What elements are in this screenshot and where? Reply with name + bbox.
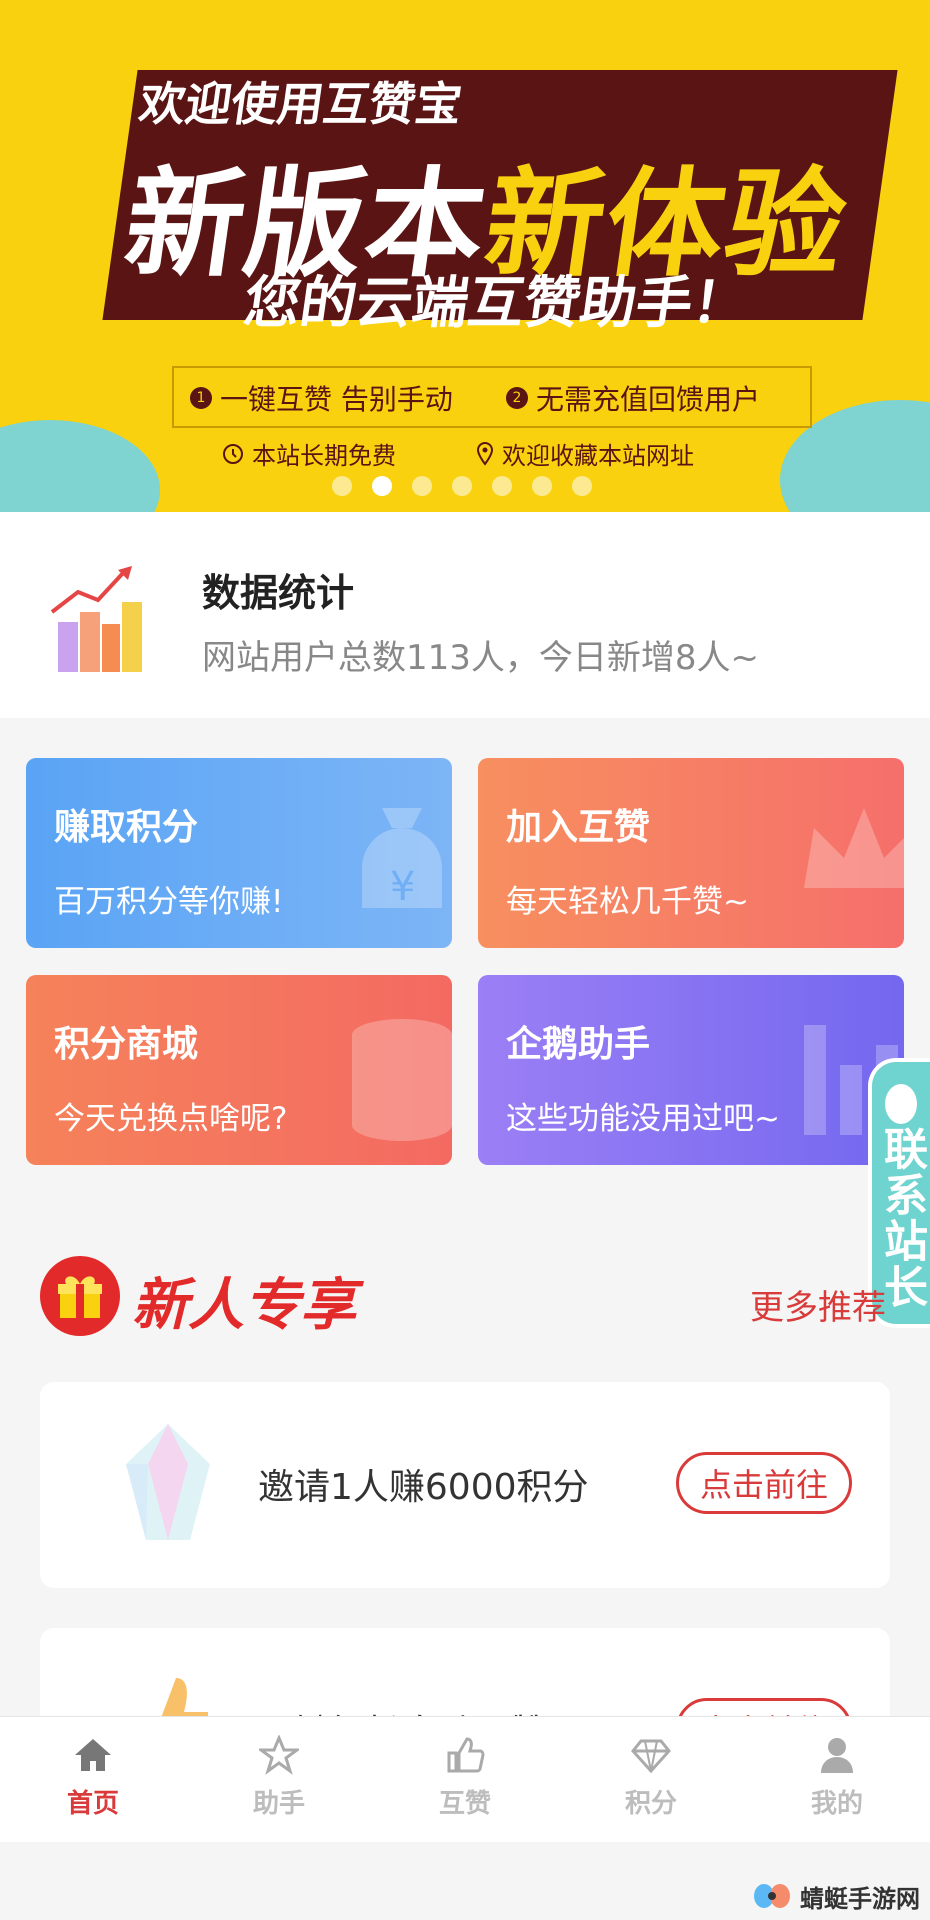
points-mall-card[interactable]: 积分商城 今天兑换点啥呢? xyxy=(26,975,452,1165)
tab-label: 首页 xyxy=(66,1789,119,1819)
card-title: 企鹅助手 xyxy=(506,1024,651,1065)
tab-profile[interactable]: 我的 xyxy=(744,1717,930,1842)
more-recommend-link[interactable]: 更多推荐 xyxy=(750,1280,886,1329)
tab-home[interactable]: 首页 xyxy=(0,1717,186,1842)
tab-label: 互赞 xyxy=(438,1789,491,1819)
banner-subtitle: 您的云端互赞助手！ xyxy=(239,271,753,336)
crystal-icon xyxy=(126,1424,210,1540)
banner-feature-3: 本站长期免费 xyxy=(222,436,396,471)
list-item: 邀请1人赚6000积分 点击前往 xyxy=(40,1382,890,1588)
coins-icon xyxy=(352,1019,452,1141)
card-description: 今天兑换点啥呢? xyxy=(54,1101,288,1137)
tab-assistant[interactable]: 助手 xyxy=(186,1717,372,1842)
banner-feature-4-text: 欢迎收藏本站网址 xyxy=(502,442,694,470)
penguin-assistant-card[interactable]: 企鹅助手 这些功能没用过吧~ xyxy=(478,975,904,1165)
tab-label: 积分 xyxy=(624,1789,677,1819)
banner-line1: 欢迎使用互赞宝 xyxy=(135,77,466,131)
tab-label: 助手 xyxy=(252,1789,305,1819)
stats-description: 网站用户总数113人，今日新增8人~ xyxy=(202,638,760,678)
gift-icon xyxy=(40,1256,120,1336)
thumbs-up-icon xyxy=(447,1737,485,1773)
svg-text:¥: ¥ xyxy=(390,864,415,910)
stats-title: 数据统计 xyxy=(202,571,355,615)
location-pin-icon xyxy=(476,441,494,466)
number-badge: 1 xyxy=(190,387,212,409)
stats-panel: 数据统计 网站用户总数113人，今日新增8人~ xyxy=(0,512,930,718)
banner-feature-3-text: 本站长期免费 xyxy=(252,442,396,470)
carousel-dot[interactable] xyxy=(332,476,352,496)
tab-points[interactable]: 积分 xyxy=(558,1717,744,1842)
join-likes-card[interactable]: 加入互赞 每天轻松几千赞~ xyxy=(478,758,904,948)
penguin-icon xyxy=(885,1084,917,1124)
tab-likes[interactable]: 互赞 xyxy=(372,1717,558,1842)
carousel-dot-active[interactable] xyxy=(372,476,392,496)
bottom-tab-bar: 首页 助手 互赞 积分 我的 xyxy=(0,1716,930,1842)
earn-points-card[interactable]: ¥ 赚取积分 百万积分等你赚! xyxy=(26,758,452,948)
card-description: 百万积分等你赚! xyxy=(54,884,284,920)
section-title: 新人专享 xyxy=(132,1273,356,1338)
carousel-dot[interactable] xyxy=(452,476,472,496)
item-label: 邀请1人赚6000积分 xyxy=(258,1467,589,1508)
card-description: 这些功能没用过吧~ xyxy=(506,1101,780,1137)
banner-feature-1: 1 一键互赞 告别手动 xyxy=(190,378,453,418)
carousel-dot[interactable] xyxy=(412,476,432,496)
promo-banner[interactable]: 欢迎使用互赞宝 新版本新体验 您的云端互赞助手！ 1 一键互赞 告别手动 2 无… xyxy=(0,0,930,512)
card-title: 加入互赞 xyxy=(506,807,651,848)
site-watermark: 蜻蜓手游网 xyxy=(752,1878,920,1914)
banner-feature-4: 欢迎收藏本站网址 xyxy=(476,436,694,471)
carousel-dots xyxy=(332,476,592,496)
crown-icon xyxy=(804,808,904,888)
banner-feature-2: 2 无需充值回馈用户 xyxy=(506,378,760,418)
bar-chart-icon xyxy=(50,566,142,672)
money-bag-icon: ¥ xyxy=(362,808,442,910)
new-user-section-header: 新人专享 更多推荐 xyxy=(40,1256,910,1342)
number-badge: 2 xyxy=(506,387,528,409)
banner-feature-2-text: 无需充值回馈用户 xyxy=(536,383,761,416)
carousel-dot[interactable] xyxy=(572,476,592,496)
star-icon xyxy=(259,1735,299,1775)
banner-feature-1-text: 一键互赞 告别手动 xyxy=(220,383,453,416)
cloud-decoration xyxy=(0,420,160,512)
card-title: 积分商城 xyxy=(54,1024,199,1065)
tab-label: 我的 xyxy=(810,1789,863,1819)
watermark-text: 蜻蜓手游网 xyxy=(800,1884,920,1913)
dragonfly-logo-icon xyxy=(754,1884,790,1908)
go-button[interactable]: 点击前往 xyxy=(676,1452,852,1514)
card-title: 赚取积分 xyxy=(54,807,199,848)
diamond-icon xyxy=(631,1739,671,1774)
home-icon xyxy=(75,1739,111,1771)
card-description: 每天轻松几千赞~ xyxy=(506,884,749,920)
carousel-dot[interactable] xyxy=(492,476,512,496)
user-icon xyxy=(821,1738,853,1773)
clock-icon xyxy=(223,443,243,464)
carousel-dot[interactable] xyxy=(532,476,552,496)
